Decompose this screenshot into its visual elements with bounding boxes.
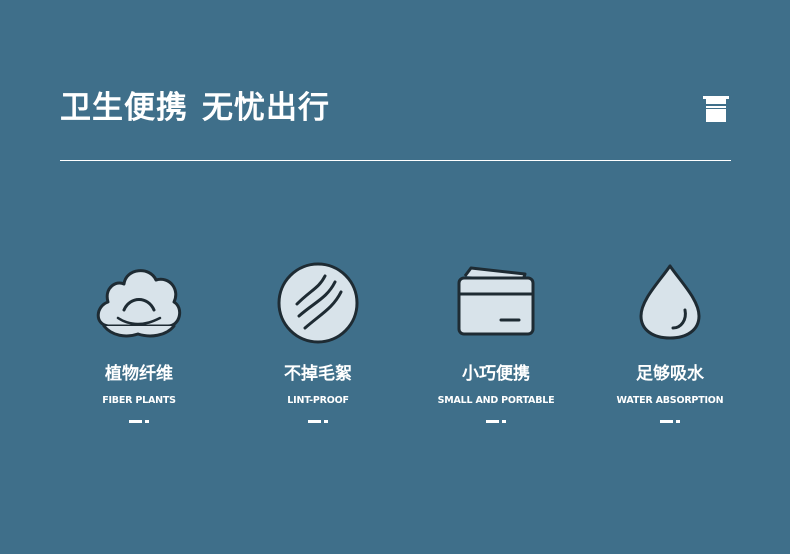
- feature-dash: [660, 420, 680, 424]
- title-part-1: 卫生便携: [60, 90, 188, 126]
- feature-subtitle: LINT-PROOF: [287, 395, 349, 406]
- feature-title: 植物纤维: [105, 364, 173, 384]
- page-title: 卫生便携 无忧出行: [60, 86, 330, 130]
- feature-title: 不掉毛絮: [284, 364, 352, 384]
- feature-dash: [129, 420, 149, 424]
- title-part-2: 无忧出行: [202, 90, 330, 126]
- feature-small-portable: 小巧便携 SMALL AND PORTABLE: [406, 260, 586, 440]
- feature-list: 植物纤维 FIBER PLANTS 不掉毛絮 LINT-PROOF 小巧便携 S…: [0, 260, 790, 440]
- feature-subtitle: FIBER PLANTS: [102, 395, 176, 406]
- feature-dash: [308, 420, 328, 424]
- feature-title: 小巧便携: [462, 364, 530, 384]
- feature-title: 足够吸水: [636, 364, 704, 384]
- feature-lint-proof: 不掉毛絮 LINT-PROOF: [228, 260, 408, 440]
- card-icon: [457, 266, 535, 336]
- feature-water-absorption: 足够吸水 WATER ABSORPTION: [580, 260, 760, 440]
- divider-line: [60, 160, 731, 161]
- water-drop-icon: [639, 264, 701, 340]
- feature-subtitle: SMALL AND PORTABLE: [437, 395, 555, 406]
- feature-dash: [486, 420, 506, 424]
- wavy-circle-icon: [277, 262, 359, 344]
- feature-fiber-plants: 植物纤维 FIBER PLANTS: [49, 260, 229, 440]
- feature-subtitle: WATER ABSORPTION: [616, 395, 724, 406]
- cotton-icon: [96, 269, 182, 338]
- towel-icon: [703, 96, 729, 122]
